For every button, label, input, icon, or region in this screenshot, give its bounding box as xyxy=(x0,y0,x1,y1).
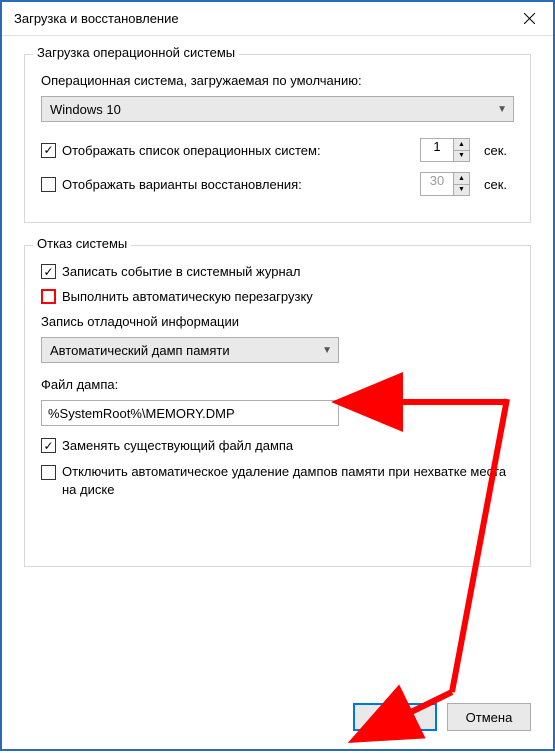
recovery-time-spinner[interactable]: 30 ▲ ▼ xyxy=(420,172,470,196)
default-os-select[interactable]: Windows 10 ▼ xyxy=(41,96,514,122)
chevron-down-icon: ▼ xyxy=(322,345,332,356)
write-event-row: Записать событие в системный журнал xyxy=(41,264,514,279)
dump-file-value: %SystemRoot%\MEMORY.DMP xyxy=(48,406,235,421)
overwrite-row: Заменять существующий файл дампа xyxy=(41,438,514,453)
groupbox-boot-legend: Загрузка операционной системы xyxy=(33,45,239,60)
dump-file-input[interactable]: %SystemRoot%\MEMORY.DMP xyxy=(41,400,339,426)
disable-auto-delete-checkbox[interactable] xyxy=(41,465,56,480)
ok-button-label: OK xyxy=(386,710,405,725)
show-recovery-row: Отображать варианты восстановления: 30 ▲… xyxy=(41,172,514,196)
spinner-up-icon[interactable]: ▲ xyxy=(454,173,469,185)
show-os-list-row: Отображать список операционных систем: 1… xyxy=(41,138,514,162)
disable-auto-delete-row: Отключить автоматическое удаление дампов… xyxy=(41,463,514,498)
auto-restart-row: Выполнить автоматическую перезагрузку xyxy=(41,289,514,304)
show-os-list-label: Отображать список операционных систем: xyxy=(62,143,321,158)
titlebar: Загрузка и восстановление xyxy=(2,2,553,36)
window-title: Загрузка и восстановление xyxy=(14,11,179,26)
spinner-down-icon[interactable]: ▼ xyxy=(454,185,469,196)
spinner-buttons-2: ▲ ▼ xyxy=(454,172,470,196)
cancel-button[interactable]: Отмена xyxy=(447,703,531,731)
groupbox-boot: Загрузка операционной системы Операционн… xyxy=(24,54,531,223)
debug-info-label: Запись отладочной информации xyxy=(41,314,514,329)
dump-file-label: Файл дампа: xyxy=(41,377,514,392)
os-list-time-value[interactable]: 1 xyxy=(420,138,454,162)
write-event-label: Записать событие в системный журнал xyxy=(62,264,300,279)
spinner-down-icon[interactable]: ▼ xyxy=(454,151,469,162)
window-frame: Загрузка и восстановление Загрузка опера… xyxy=(0,0,555,751)
cancel-button-label: Отмена xyxy=(466,710,513,725)
default-os-value: Windows 10 xyxy=(50,102,121,117)
sec-label-2: сек. xyxy=(484,177,514,192)
sec-label-1: сек. xyxy=(484,143,514,158)
disable-auto-delete-label: Отключить автоматическое удаление дампов… xyxy=(62,463,514,498)
spinner-up-icon[interactable]: ▲ xyxy=(454,139,469,151)
spinner-buttons: ▲ ▼ xyxy=(454,138,470,162)
show-recovery-label: Отображать варианты восстановления: xyxy=(62,177,302,192)
button-row: OK Отмена xyxy=(353,703,531,731)
debug-info-value: Автоматический дамп памяти xyxy=(50,343,230,358)
write-event-checkbox[interactable] xyxy=(41,264,56,279)
chevron-down-icon: ▼ xyxy=(497,104,507,115)
groupbox-failure-legend: Отказ системы xyxy=(33,236,131,251)
auto-restart-label: Выполнить автоматическую перезагрузку xyxy=(62,289,313,304)
close-icon xyxy=(524,13,535,24)
groupbox-failure: Отказ системы Записать событие в системн… xyxy=(24,245,531,567)
overwrite-checkbox[interactable] xyxy=(41,438,56,453)
default-os-label: Операционная система, загружаемая по умо… xyxy=(41,73,514,88)
show-os-list-checkbox[interactable] xyxy=(41,143,56,158)
recovery-time-value: 30 xyxy=(420,172,454,196)
ok-button[interactable]: OK xyxy=(353,703,437,731)
debug-info-select[interactable]: Автоматический дамп памяти ▼ xyxy=(41,337,339,363)
show-recovery-checkbox[interactable] xyxy=(41,177,56,192)
content-area: Загрузка операционной системы Операционн… xyxy=(2,36,553,567)
close-button[interactable] xyxy=(505,2,553,36)
auto-restart-checkbox[interactable] xyxy=(41,289,56,304)
os-list-time-spinner[interactable]: 1 ▲ ▼ xyxy=(420,138,470,162)
overwrite-label: Заменять существующий файл дампа xyxy=(62,438,293,453)
